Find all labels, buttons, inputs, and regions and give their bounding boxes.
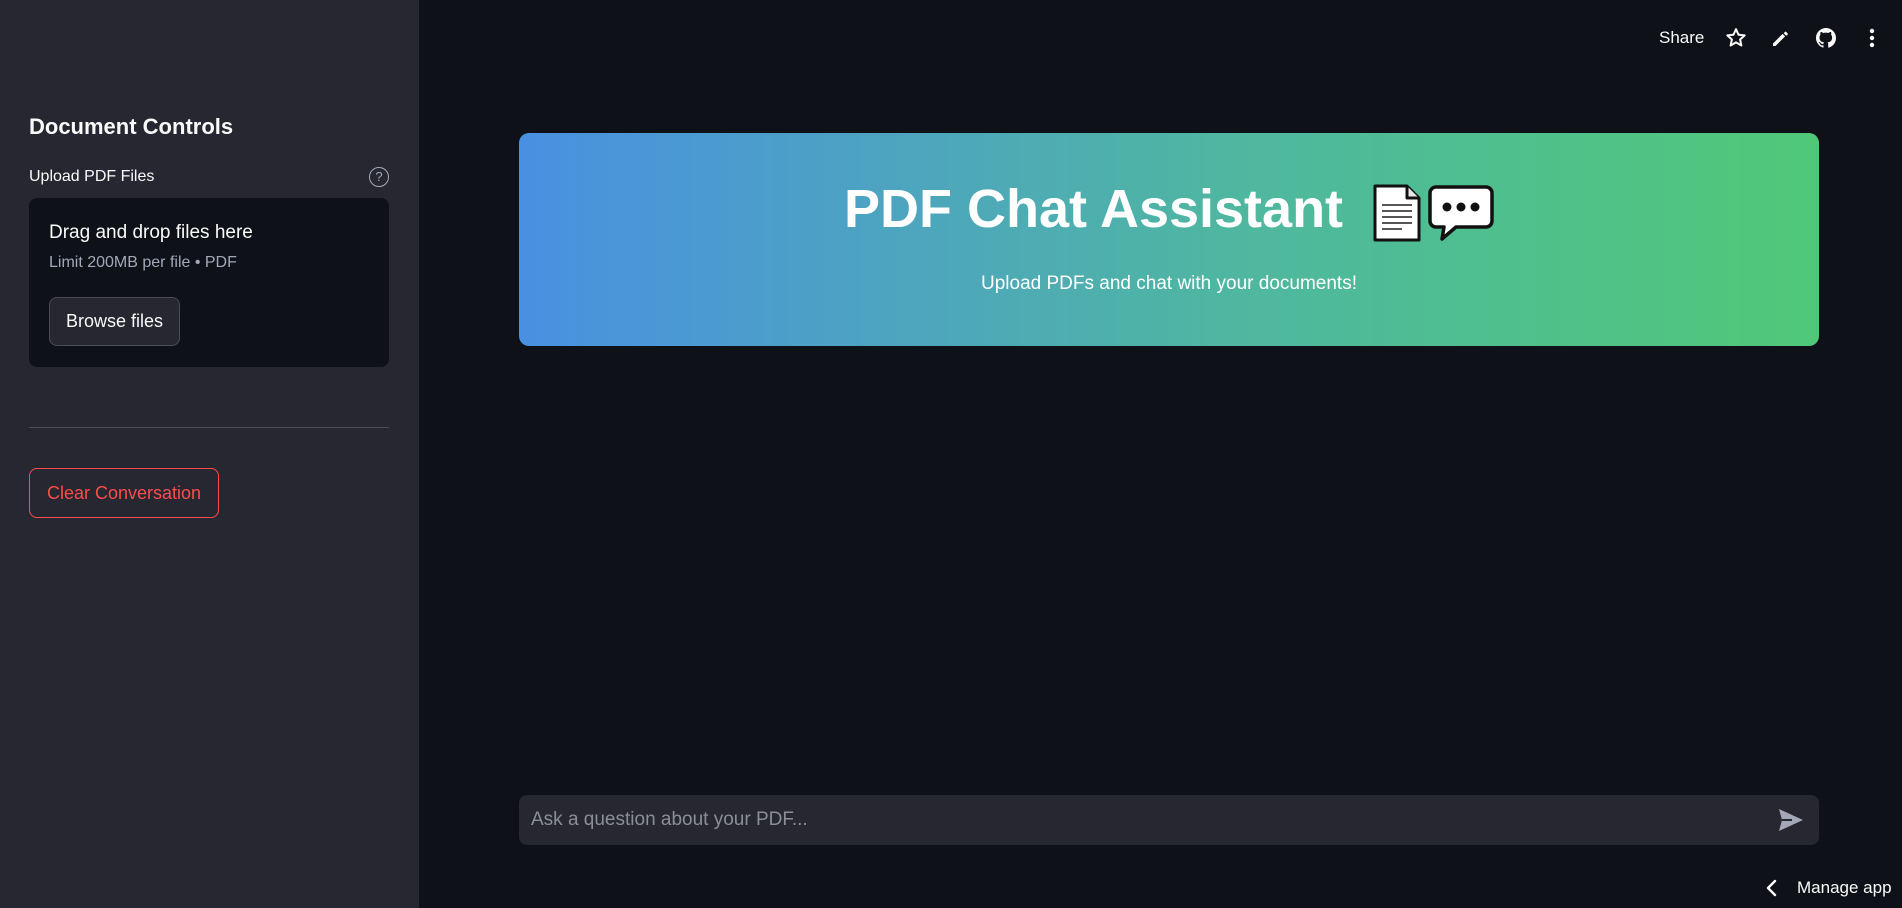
file-dropzone[interactable]: Drag and drop files here Limit 200MB per… — [29, 198, 389, 367]
sidebar: Document Controls Upload PDF Files ? Dra… — [0, 0, 419, 908]
page-title-text: PDF Chat Assistant — [843, 179, 1344, 239]
hero-banner: PDF Chat Assistant Upload PDFs and chat … — [519, 133, 1819, 346]
share-button[interactable]: Share — [1659, 28, 1704, 48]
sidebar-divider — [29, 427, 389, 428]
browse-files-button[interactable]: Browse files — [49, 297, 180, 346]
chat-input[interactable] — [529, 795, 1749, 845]
chevron-left-icon[interactable] — [1764, 879, 1780, 897]
page-title: PDF Chat Assistant — [519, 177, 1819, 243]
document-icon — [1373, 184, 1421, 242]
chat-input-container — [519, 795, 1819, 845]
dropzone-limit: Limit 200MB per file • PDF — [49, 254, 237, 271]
github-icon[interactable] — [1814, 26, 1838, 50]
question-circle-icon[interactable]: ? — [369, 167, 389, 187]
more-vertical-icon[interactable] — [1860, 26, 1884, 50]
sidebar-title: Document Controls — [29, 114, 234, 139]
uploader-label: Upload PDF Files — [29, 168, 155, 185]
pencil-icon[interactable] — [1769, 26, 1793, 50]
dropzone-title: Drag and drop files here — [49, 222, 253, 243]
manage-app-button[interactable]: Manage app — [1797, 878, 1892, 898]
speech-balloon-icon — [1428, 184, 1494, 241]
send-icon[interactable] — [1777, 807, 1805, 833]
clear-conversation-button[interactable]: Clear Conversation — [29, 468, 219, 518]
page-subtitle: Upload PDFs and chat with your documents… — [981, 273, 1357, 294]
star-icon[interactable] — [1724, 26, 1748, 50]
